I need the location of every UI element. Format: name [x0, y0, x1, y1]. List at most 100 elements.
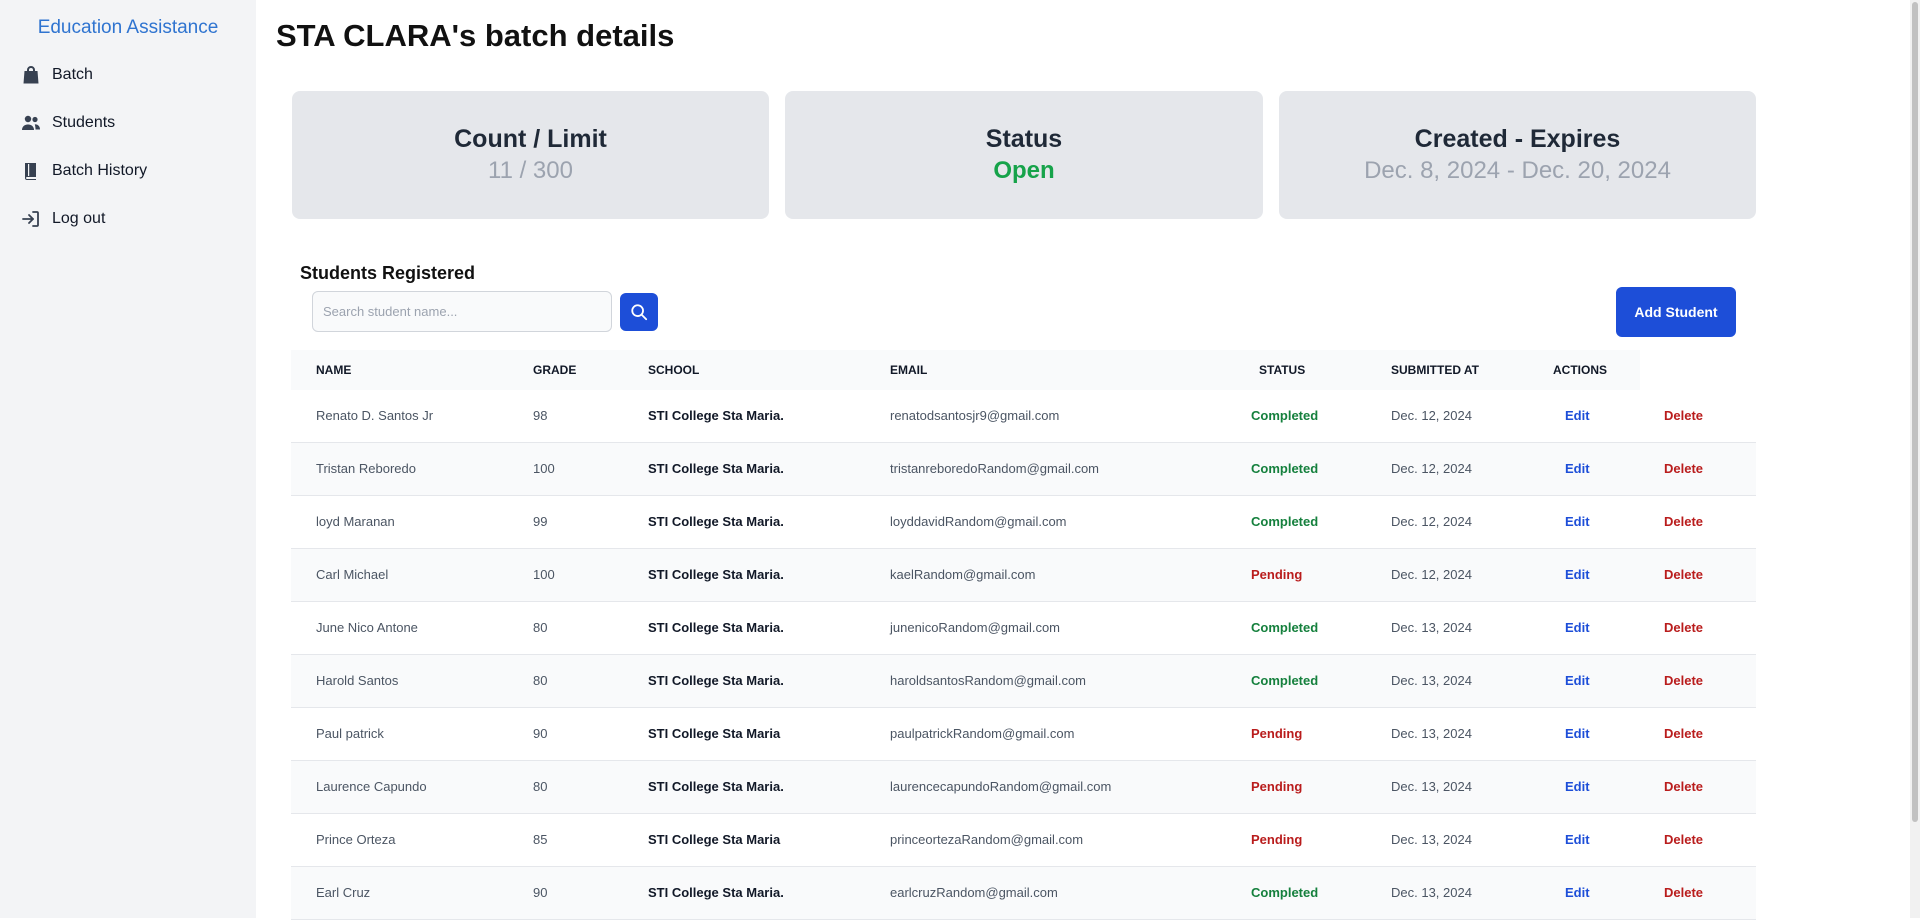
student-name: Harold Santos — [316, 673, 399, 688]
edit-button[interactable]: Edit — [1565, 655, 1590, 707]
student-school: STI College Sta Maria. — [648, 408, 784, 423]
student-grade: 100 — [533, 461, 555, 476]
shopping-bag-icon — [20, 64, 42, 86]
students-table: NAME GRADE SCHOOL EMAIL STATUS SUBMITTED… — [291, 350, 1756, 920]
submitted-at: Dec. 13, 2024 — [1391, 885, 1472, 900]
student-school: STI College Sta Maria. — [648, 779, 784, 794]
sidebar-item-batch[interactable]: Batch — [20, 60, 93, 90]
student-school: STI College Sta Maria. — [648, 514, 784, 529]
users-icon — [20, 112, 42, 134]
student-grade: 100 — [533, 567, 555, 582]
status-card: Status Open — [785, 91, 1263, 219]
table-row: Laurence Capundo 80 STI College Sta Maria.… — [291, 761, 1756, 814]
delete-button[interactable]: Delete — [1664, 390, 1703, 442]
edit-button[interactable]: Edit — [1565, 496, 1590, 548]
logout-icon — [20, 208, 42, 230]
student-name: Earl Cruz — [316, 885, 371, 900]
column-header[interactable]: GRADE — [533, 350, 576, 390]
delete-button[interactable]: Delete — [1664, 602, 1703, 654]
app-brand[interactable]: Education Assistance — [0, 17, 256, 39]
search-icon — [630, 303, 648, 321]
sidebar-item-logout[interactable]: Log out — [20, 204, 105, 234]
table-header: NAME GRADE SCHOOL EMAIL STATUS SUBMITTED… — [291, 350, 1640, 390]
add-student-button[interactable]: Add Student — [1616, 287, 1736, 337]
table-row: Tristan Reboredo 100 STI College Sta Maria… — [291, 443, 1756, 496]
student-name: Prince Orteza — [316, 832, 396, 847]
student-grade: 90 — [533, 885, 548, 900]
student-email: laurencecapundoRandom@gmail.com — [890, 779, 1112, 794]
student-school: STI College Sta Maria. — [648, 673, 784, 688]
student-school: STI College Sta Maria. — [648, 620, 784, 635]
student-school: STI College Sta Maria — [648, 726, 781, 741]
student-email: kaelRandom@gmail.com — [890, 567, 1036, 582]
delete-button[interactable]: Delete — [1664, 549, 1703, 601]
sidebar: Education Assistance Batch Students Batc… — [0, 0, 256, 918]
student-email: paulpatrickRandom@gmail.com — [890, 726, 1075, 741]
student-school: STI College Sta Maria. — [648, 885, 784, 900]
search-input[interactable] — [312, 291, 612, 332]
student-email: loyddavidRandom@gmail.com — [890, 514, 1067, 529]
card-title: Count / Limit — [454, 125, 607, 153]
edit-button[interactable]: Edit — [1565, 761, 1590, 813]
status-badge: Completed — [1251, 514, 1319, 529]
edit-button[interactable]: Edit — [1565, 814, 1590, 866]
sidebar-item-students[interactable]: Students — [20, 108, 115, 138]
section-title: Students Registered — [300, 263, 476, 283]
edit-button[interactable]: Edit — [1565, 867, 1590, 919]
table-row: Prince Orteza 85 STI College Sta Maria prin… — [291, 814, 1756, 867]
status-badge: Completed — [1251, 408, 1319, 423]
table-body: Renato D. Santos Jr 98 STI College Sta Mar… — [291, 390, 1756, 920]
student-grade: 80 — [533, 620, 548, 635]
delete-button[interactable]: Delete — [1664, 708, 1703, 760]
student-name: Paul patrick — [316, 726, 384, 741]
delete-button[interactable]: Delete — [1664, 655, 1703, 707]
student-email: princeortezaRandom@gmail.com — [890, 832, 1084, 847]
edit-button[interactable]: Edit — [1565, 549, 1590, 601]
student-name: Tristan Reboredo — [316, 461, 416, 476]
student-school: STI College Sta Maria. — [648, 461, 784, 476]
scrollbar[interactable] — [1910, 0, 1920, 918]
delete-button[interactable]: Delete — [1664, 443, 1703, 495]
submitted-at: Dec. 12, 2024 — [1391, 567, 1472, 582]
status-badge: Completed — [1251, 885, 1319, 900]
status-badge: Pending — [1251, 567, 1303, 582]
column-header[interactable]: STATUS — [1259, 350, 1305, 390]
submitted-at: Dec. 13, 2024 — [1391, 779, 1472, 794]
student-name: Carl Michael — [316, 567, 389, 582]
edit-button[interactable]: Edit — [1565, 443, 1590, 495]
edit-button[interactable]: Edit — [1565, 708, 1590, 760]
student-email: haroldsantosRandom@gmail.com — [890, 673, 1087, 688]
submitted-at: Dec. 13, 2024 — [1391, 673, 1472, 688]
table-row: Earl Cruz 90 STI College Sta Maria. earlcru… — [291, 867, 1756, 920]
sidebar-item-label: Students — [52, 114, 116, 131]
submitted-at: Dec. 13, 2024 — [1391, 620, 1472, 635]
count-limit-card: Count / Limit 11 / 300 — [292, 91, 769, 219]
delete-button[interactable]: Delete — [1664, 867, 1703, 919]
submitted-at: Dec. 12, 2024 — [1391, 408, 1472, 423]
sidebar-item-batch-history[interactable]: Batch History — [20, 156, 147, 186]
column-header[interactable]: ACTIONS — [1553, 350, 1607, 390]
column-header[interactable]: EMAIL — [890, 350, 927, 390]
scrollbar-thumb[interactable] — [1912, 2, 1918, 822]
card-title: Status — [985, 125, 1063, 153]
student-grade: 85 — [533, 832, 548, 847]
search-button[interactable] — [620, 293, 658, 331]
student-grade: 98 — [533, 408, 548, 423]
column-header[interactable]: SCHOOL — [648, 350, 699, 390]
column-header[interactable]: NAME — [316, 350, 351, 390]
student-email: renatodsantosjr9@gmail.com — [890, 408, 1060, 423]
table-row: Carl Michael 100 STI College Sta Maria. kae… — [291, 549, 1756, 602]
delete-button[interactable]: Delete — [1664, 761, 1703, 813]
column-header[interactable]: SUBMITTED AT — [1391, 350, 1479, 390]
status-badge: Pending — [1251, 726, 1303, 741]
edit-button[interactable]: Edit — [1565, 390, 1590, 442]
student-name: Laurence Capundo — [316, 779, 427, 794]
student-grade: 80 — [533, 779, 548, 794]
status-badge: Completed — [1251, 673, 1319, 688]
student-name: Renato D. Santos Jr — [316, 408, 434, 423]
delete-button[interactable]: Delete — [1664, 814, 1703, 866]
delete-button[interactable]: Delete — [1664, 496, 1703, 548]
card-title: Created - Expires — [1414, 125, 1621, 153]
edit-button[interactable]: Edit — [1565, 602, 1590, 654]
card-value: 11 / 300 — [488, 157, 573, 184]
